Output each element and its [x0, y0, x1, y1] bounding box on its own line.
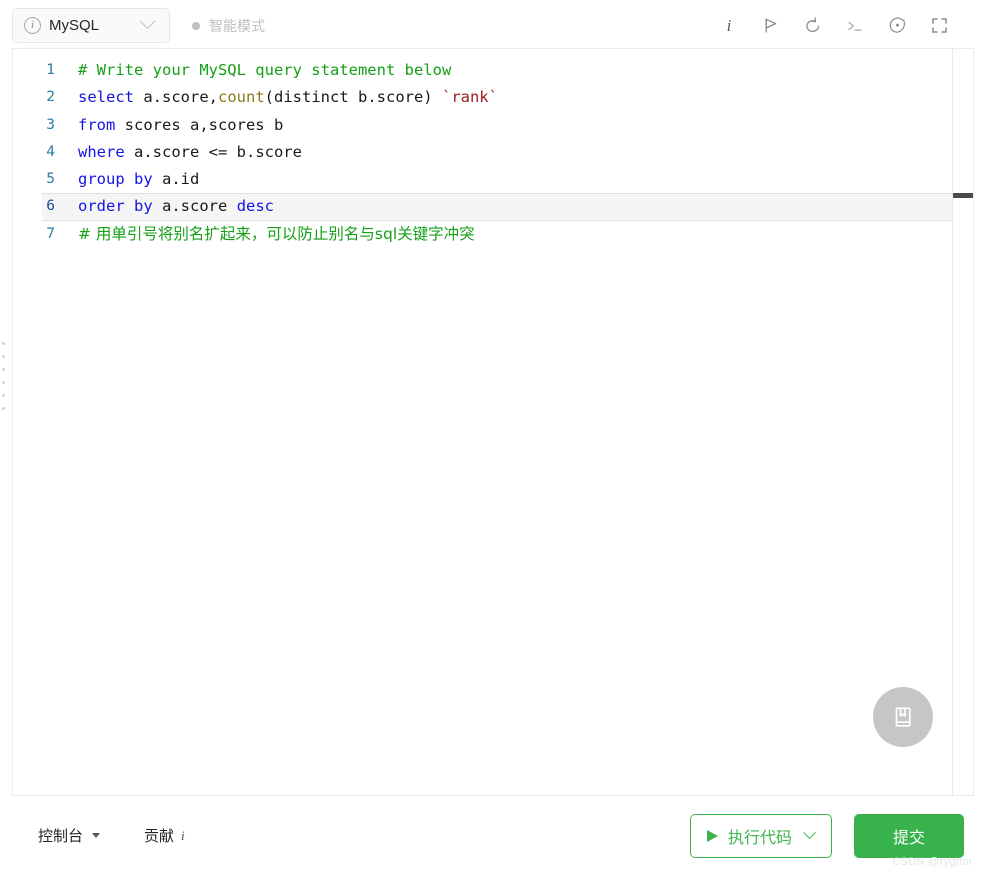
line-text: from scores a,scores b [78, 112, 283, 139]
token-pl: a.id [152, 170, 200, 189]
info-italic-icon: i [181, 827, 185, 843]
token-kw: by [134, 170, 153, 189]
console-label: 控制台 [38, 828, 84, 845]
token-pl: a.score <= b.score [124, 142, 302, 161]
terminal-icon[interactable] [834, 9, 876, 43]
code-line[interactable]: 2 select a.score,count(distinct b.score) … [13, 84, 973, 111]
token-fn: count [218, 88, 265, 107]
run-code-button[interactable]: 执行代码 [689, 813, 832, 858]
info-icon[interactable]: i [708, 9, 750, 43]
play-icon [706, 829, 718, 842]
token-kw: select [78, 88, 134, 107]
bottom-toolbar: 控制台 贡献 i 执行代码 提交 CSDN @rygttm [0, 796, 986, 875]
smart-mode-indicator[interactable]: 智能模式 [192, 16, 265, 36]
fullscreen-icon[interactable] [918, 9, 960, 43]
code-line[interactable]: 7 # 用单引号将别名扩起来，可以防止别名与sql关键字冲突 [13, 221, 973, 248]
line-text: select a.score,count(distinct b.score) `… [78, 84, 498, 111]
code-line[interactable]: 3 from scores a,scores b [13, 112, 973, 139]
token-com: # Write your MySQL query statement below [78, 61, 452, 79]
chevron-down-icon [803, 826, 816, 840]
submit-button[interactable]: 提交 [854, 813, 964, 858]
watermark: CSDN @rygttm [892, 856, 972, 868]
line-number: 4 [46, 143, 55, 160]
line-number: 3 [46, 116, 55, 133]
line-text: order by a.score desc [78, 193, 274, 220]
token-str: `rank` [441, 88, 498, 107]
code-lines[interactable]: 1 # Write your MySQL query statement belo… [13, 57, 973, 248]
contribute-button[interactable]: 贡献 i [144, 825, 185, 846]
token-kw: desc [236, 197, 275, 216]
code-editor[interactable]: 1 # Write your MySQL query statement belo… [12, 48, 974, 796]
token-kw: by [134, 197, 153, 216]
token-kw: from [78, 115, 116, 134]
top-icon-group: i [708, 9, 960, 43]
chevron-down-icon [139, 13, 156, 30]
flag-icon[interactable] [750, 9, 792, 43]
token-pl: a.score [152, 197, 237, 216]
info-circle-icon: i [24, 17, 41, 34]
run-code-label: 执行代码 [727, 829, 792, 847]
top-toolbar: i MySQL 智能模式 i [0, 0, 986, 51]
line-text: where a.score <= b.score [78, 139, 302, 166]
line-text: group by a.id [78, 166, 199, 193]
line-number: 7 [46, 225, 55, 242]
code-line[interactable]: 4 where a.score <= b.score [13, 139, 973, 166]
code-line[interactable]: 6 order by a.score desc [13, 193, 973, 221]
line-text: # 用单引号将别名扩起来，可以防止别名与sql关键字冲突 [78, 221, 475, 248]
token-pl: (distinct b.score) [264, 88, 442, 107]
contribute-label: 贡献 [144, 828, 175, 845]
line-number: 5 [46, 171, 55, 188]
submit-label: 提交 [892, 829, 925, 847]
drag-handle-icon[interactable] [2, 342, 8, 410]
code-line[interactable]: 5 group by a.id [13, 166, 973, 193]
smart-mode-label: 智能模式 [209, 17, 265, 34]
bottom-left-group: 控制台 贡献 i [38, 825, 185, 846]
line-number: 2 [46, 89, 55, 106]
editor-scrollbar[interactable] [952, 49, 973, 795]
caret-down-icon [92, 833, 101, 838]
token-kw: group [78, 170, 125, 189]
line-text: # Write your MySQL query statement below [78, 57, 451, 84]
line-number: 1 [46, 62, 55, 78]
console-button[interactable]: 控制台 [38, 825, 101, 846]
notebook-button[interactable] [873, 687, 933, 747]
settings-icon[interactable] [876, 9, 918, 43]
bottom-right-group: 执行代码 提交 [689, 813, 964, 858]
code-line[interactable]: 1 # Write your MySQL query statement belo… [13, 57, 973, 84]
line-number: 6 [46, 198, 55, 215]
reset-icon[interactable] [792, 9, 834, 43]
token-kw: order [78, 197, 125, 216]
token-kw: where [78, 142, 125, 161]
status-dot-icon [192, 21, 200, 30]
language-selector[interactable]: i MySQL [12, 8, 170, 43]
token-com: # 用单引号将别名扩起来，可以防止别名与sql关键字冲突 [78, 224, 475, 243]
token-pl: a.score, [134, 88, 218, 107]
scrollbar-marker [953, 193, 973, 198]
language-selector-label: MySQL [49, 17, 100, 34]
token-pl: scores a,scores b [115, 115, 284, 134]
